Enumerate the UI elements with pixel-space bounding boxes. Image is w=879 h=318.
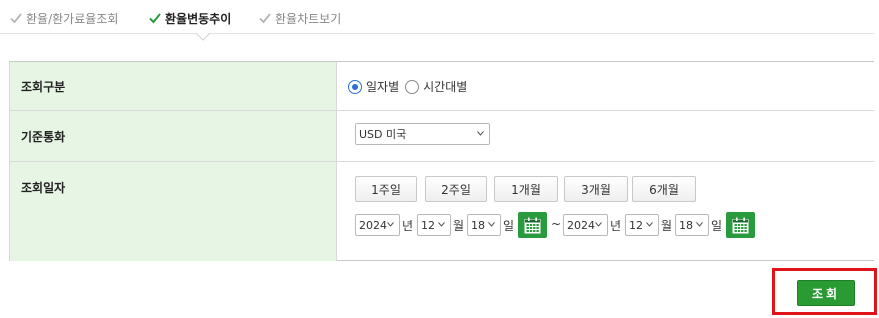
- from-year-value: 2024: [359, 218, 387, 232]
- from-year-select[interactable]: 2024: [355, 214, 400, 236]
- from-calendar-button[interactable]: [518, 212, 547, 238]
- period-button-6-months[interactable]: 6개월: [632, 176, 696, 202]
- chevron-down-icon: [595, 222, 602, 227]
- currency-label: 기준통화: [10, 111, 337, 161]
- inquiry-date-label: 조회일자: [10, 162, 337, 261]
- from-day-unit: 일: [503, 219, 515, 233]
- chevron-down-icon: [488, 222, 495, 227]
- period-button-1-month[interactable]: 1개월: [494, 176, 558, 202]
- from-month-value: 12: [421, 218, 435, 232]
- tab-exchange-rate-trend[interactable]: 환율변동추이: [148, 10, 231, 26]
- tab-label: 환율/환가료율조회: [26, 11, 119, 26]
- to-year-select[interactable]: 2024: [563, 214, 608, 236]
- period-button-3-months[interactable]: 3개월: [564, 176, 628, 202]
- row-currency: 기준통화 USD 미국: [10, 111, 874, 162]
- tab-label: 환율차트보기: [275, 11, 342, 26]
- inquiry-type-label: 조회구분: [10, 62, 337, 110]
- check-icon: [10, 13, 22, 24]
- to-day-unit: 일: [711, 219, 723, 233]
- to-month-unit: 월: [661, 219, 673, 233]
- tab-bar: 환율/환가료율조회 환율변동추이 환율차트보기: [0, 0, 879, 41]
- period-button-2-weeks[interactable]: 2주일: [425, 176, 487, 202]
- tab-exchange-rate-inquiry[interactable]: 환율/환가료율조회: [9, 10, 118, 26]
- to-year-unit: 년: [610, 219, 622, 233]
- chevron-down-icon: [387, 222, 394, 227]
- currency-select[interactable]: USD 미국: [355, 123, 490, 145]
- calendar-icon: [524, 217, 541, 233]
- radio-daily-label[interactable]: 일자별: [366, 78, 399, 95]
- from-day-value: 18: [471, 218, 485, 232]
- row-inquiry-date: 조회일자 1주일 2주일 1개월 3개월 6개월 2024 년 12 월 18 …: [10, 162, 874, 261]
- tab-label: 환율변동추이: [165, 11, 232, 26]
- radio-hourly[interactable]: [405, 79, 420, 94]
- tab-divider: [0, 33, 874, 34]
- radio-hourly-label[interactable]: 시간대별: [423, 78, 467, 95]
- to-day-value: 18: [679, 218, 693, 232]
- date-range-separator: ~: [551, 217, 562, 231]
- inquiry-type-radio-group: 일자별 시간대별: [348, 78, 473, 95]
- chevron-down-icon: [646, 222, 653, 227]
- chevron-down-icon: [696, 222, 703, 227]
- to-month-select[interactable]: 12: [625, 214, 659, 236]
- check-icon: [149, 13, 161, 24]
- to-month-value: 12: [629, 218, 643, 232]
- chevron-down-icon: [438, 222, 445, 227]
- date-range: 2024 년 12 월 18 일 ~ 2024 년 12 월 18 일: [338, 212, 874, 238]
- from-month-unit: 월: [453, 219, 465, 233]
- inquiry-type-cell: 일자별 시간대별: [338, 62, 874, 110]
- row-inquiry-type: 조회구분 일자별 시간대별: [10, 62, 874, 111]
- from-year-unit: 년: [402, 219, 414, 233]
- to-calendar-button[interactable]: [726, 212, 755, 238]
- active-tab-pointer-icon: [196, 33, 210, 41]
- inquiry-form: 조회구분 일자별 시간대별 기준통화 USD 미국 조회일자 1주일 2주일 1…: [9, 61, 874, 261]
- to-year-value: 2024: [567, 218, 595, 232]
- radio-daily[interactable]: [348, 79, 362, 94]
- chevron-down-icon: [477, 131, 484, 136]
- tab-exchange-rate-chart[interactable]: 환율차트보기: [258, 10, 341, 26]
- from-month-select[interactable]: 12: [417, 214, 451, 236]
- currency-cell: USD 미국: [338, 111, 874, 161]
- from-day-select[interactable]: 18: [467, 214, 501, 236]
- period-button-1-week[interactable]: 1주일: [355, 176, 417, 202]
- search-button[interactable]: 조회: [797, 280, 855, 306]
- calendar-icon: [732, 217, 749, 233]
- to-day-select[interactable]: 18: [675, 214, 709, 236]
- check-icon: [259, 13, 271, 24]
- inquiry-date-cell: 1주일 2주일 1개월 3개월 6개월 2024 년 12 월 18 일 ~ 2…: [338, 162, 874, 261]
- currency-select-value: USD 미국: [359, 128, 407, 141]
